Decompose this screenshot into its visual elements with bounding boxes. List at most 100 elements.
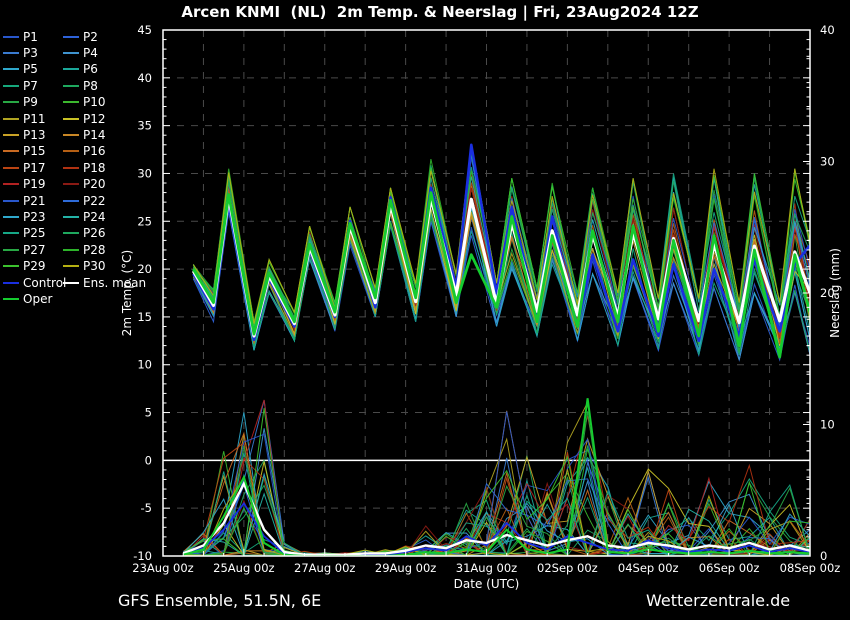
legend-swatch (3, 36, 19, 38)
temp-tick-label: 10 (137, 358, 152, 372)
precip-tick-label: 10 (820, 418, 835, 432)
legend-item-p28: P28 (63, 242, 106, 257)
ensemble-plot-page: Arcen KNMI (NL) 2m Temp. & Neerslag | Fr… (0, 0, 850, 620)
date-tick-label: 08Sep 00z (780, 561, 841, 575)
legend-label: P7 (23, 79, 38, 93)
legend-label: P30 (83, 259, 106, 273)
legend-item-p19: P19 (3, 177, 46, 192)
legend-item-p25: P25 (3, 226, 46, 241)
precip-tick-label: 30 (820, 155, 835, 169)
legend-item-p21: P21 (3, 193, 46, 208)
legend-label: P9 (23, 95, 38, 109)
legend-item-p3: P3 (3, 45, 38, 60)
legend-swatch (63, 167, 79, 169)
legend-item-p5: P5 (3, 62, 38, 77)
legend-swatch (63, 85, 79, 87)
legend-label: P17 (23, 161, 46, 175)
legend-item-p22: P22 (63, 193, 106, 208)
legend-item-p6: P6 (63, 62, 98, 77)
legend-item-p4: P4 (63, 45, 98, 60)
legend-item-oper: Oper (3, 291, 52, 306)
legend-label: P6 (83, 62, 98, 76)
legend-item-p9: P9 (3, 95, 38, 110)
date-tick-label: 06Sep 00z (699, 561, 760, 575)
legend-label: P27 (23, 243, 46, 257)
legend-swatch (63, 216, 79, 218)
legend-swatch (63, 265, 79, 267)
legend-label: P5 (23, 62, 38, 76)
series-members (183, 145, 810, 556)
legend-item-p11: P11 (3, 111, 46, 126)
series-lines (183, 145, 810, 556)
legend-swatch (63, 249, 79, 251)
legend-label: P1 (23, 30, 38, 44)
legend-swatch (3, 249, 19, 251)
legend: P1P2P3P4P5P6P7P8P9P10P11P12P13P14P15P16P… (3, 29, 163, 319)
legend-item-p23: P23 (3, 209, 46, 224)
legend-swatch (63, 101, 79, 103)
legend-swatch (3, 167, 19, 169)
legend-swatch (63, 118, 79, 120)
legend-label: P23 (23, 210, 46, 224)
legend-swatch (3, 85, 19, 87)
legend-swatch (3, 68, 19, 70)
legend-label: P15 (23, 144, 46, 158)
legend-item-p7: P7 (3, 78, 38, 93)
temp-tick-label: -5 (141, 501, 152, 515)
legend-swatch (3, 298, 19, 300)
legend-swatch (63, 200, 79, 202)
legend-swatch (63, 183, 79, 185)
legend-item-p2: P2 (63, 29, 98, 44)
legend-label: Oper (23, 292, 52, 306)
legend-swatch (3, 150, 19, 152)
legend-swatch (3, 265, 19, 267)
legend-label: P24 (83, 210, 106, 224)
legend-label: P28 (83, 243, 106, 257)
legend-swatch (3, 282, 19, 284)
legend-item-p24: P24 (63, 209, 106, 224)
temp-tick-label: 0 (145, 453, 152, 467)
legend-item-p20: P20 (63, 177, 106, 192)
legend-label: P14 (83, 128, 106, 142)
legend-item-control: Control (3, 275, 66, 290)
legend-swatch (3, 101, 19, 103)
legend-swatch (3, 216, 19, 218)
legend-label: P18 (83, 161, 106, 175)
x-axis-label: Date (UTC) (163, 577, 810, 591)
legend-label: P16 (83, 144, 106, 158)
legend-item-p26: P26 (63, 226, 106, 241)
legend-label: P26 (83, 226, 106, 240)
date-tick-label: 02Sep 00z (537, 561, 598, 575)
legend-item-p29: P29 (3, 259, 46, 274)
legend-item-p15: P15 (3, 144, 46, 159)
legend-label: Control (23, 276, 66, 290)
legend-swatch (63, 68, 79, 70)
legend-label: P11 (23, 112, 46, 126)
date-tick-label: 04Sep 00z (618, 561, 679, 575)
footer-model-info: GFS Ensemble, 51.5N, 6E (118, 591, 321, 610)
legend-item-p30: P30 (63, 259, 106, 274)
legend-item-p17: P17 (3, 160, 46, 175)
legend-label: P21 (23, 194, 46, 208)
legend-label: P20 (83, 177, 106, 191)
date-tick-label: 23Aug 00z (132, 561, 193, 575)
legend-label: P29 (23, 259, 46, 273)
date-tick-label: 27Aug 00z (294, 561, 355, 575)
legend-item-p10: P10 (63, 95, 106, 110)
legend-item-p16: P16 (63, 144, 106, 159)
temp-tick-label: 5 (145, 406, 152, 420)
legend-label: P22 (83, 194, 106, 208)
legend-item-p1: P1 (3, 29, 38, 44)
legend-swatch (63, 282, 79, 284)
legend-label: Ens. mean (83, 276, 146, 290)
legend-label: P13 (23, 128, 46, 142)
date-tick-label: 31Aug 00z (456, 561, 517, 575)
legend-item-p18: P18 (63, 160, 106, 175)
legend-item-p12: P12 (63, 111, 106, 126)
legend-label: P2 (83, 30, 98, 44)
legend-swatch (63, 232, 79, 234)
legend-item-ens-mean: Ens. mean (63, 275, 146, 290)
footer-site-name: Wetterzentrale.de (646, 591, 790, 610)
legend-item-p14: P14 (63, 127, 106, 142)
chart-title: Arcen KNMI (NL) 2m Temp. & Neerslag | Fr… (30, 3, 850, 21)
